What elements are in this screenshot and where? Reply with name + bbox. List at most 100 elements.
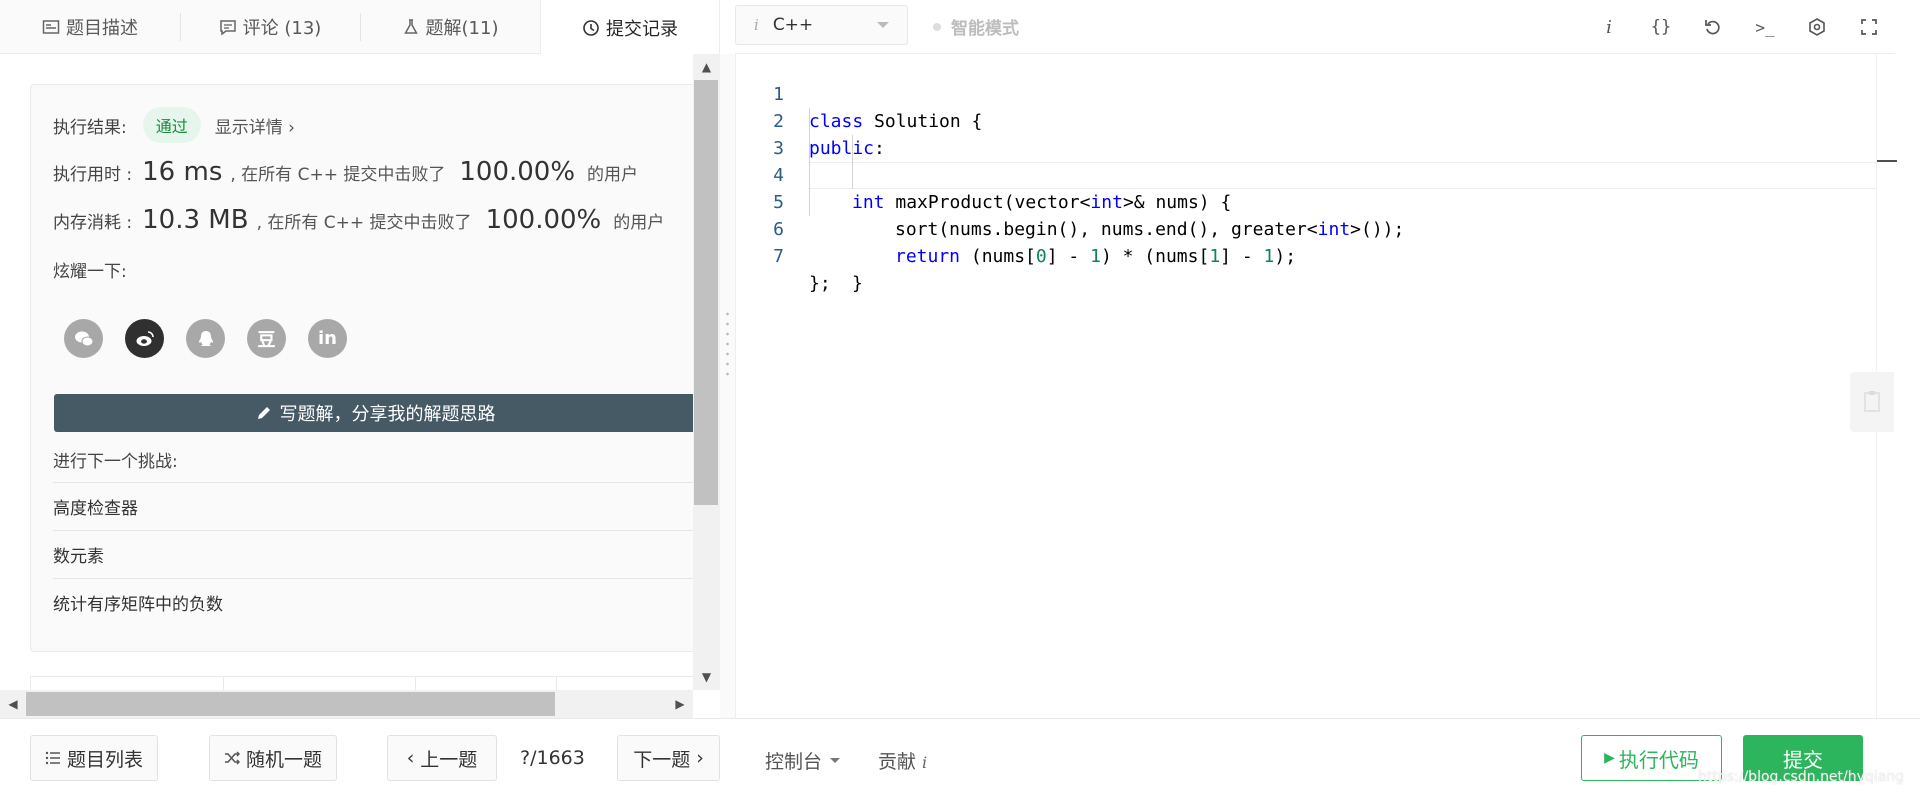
side-clipboard-widget[interactable]	[1850, 372, 1894, 432]
wechat-icon[interactable]	[64, 319, 103, 358]
memory-percent: 100.00%	[485, 205, 602, 235]
qq-icon[interactable]	[186, 319, 225, 358]
bottom-bar: 题目列表 随机一题 ‹ 上一题 ?/1663 下一题 › 控制台 贡献 i ▶ 执…	[0, 718, 1920, 800]
language-select[interactable]: i C++	[735, 5, 908, 45]
memory-label: 内存消耗 :	[53, 212, 133, 233]
linkedin-icon[interactable]: in	[308, 319, 347, 358]
prev-problem-button[interactable]: ‹ 上一题	[387, 735, 497, 781]
console-toggle[interactable]: 控制台	[765, 747, 841, 774]
shuffle-icon	[224, 751, 240, 765]
flask-icon	[403, 19, 418, 34]
share-row: 炫耀一下:	[53, 257, 127, 282]
smart-mode-label: 智能模式	[951, 19, 1019, 39]
tab-description[interactable]: 题目描述	[0, 0, 180, 54]
tab-solutions[interactable]: 题解(11)	[360, 0, 540, 54]
challenge-item[interactable]: 统计有序矩阵中的负数	[53, 578, 697, 626]
code-line: 4 sort(nums.begin(), nums.end(), greater…	[736, 135, 1404, 240]
challenge-item[interactable]: 高度检查器	[53, 482, 697, 530]
left-vertical-scrollbar[interactable]: ▲ ▼	[693, 54, 720, 690]
left-horizontal-scrollbar[interactable]: ◀ ▶	[0, 690, 693, 718]
lang-info-icon: i	[754, 16, 759, 34]
scroll-down-arrow[interactable]: ▼	[693, 664, 720, 690]
tab-bar: 题目描述 评论 (13) 题解(11) 提交记录	[0, 0, 720, 55]
leetcode-app: 题目描述 评论 (13) 题解(11) 提交记录 执行结果: 通过 显示详情 ›	[0, 0, 1920, 800]
runtime-desc: , 在所有 C++ 提交中击败了	[230, 164, 446, 185]
status-label: 执行结果:	[53, 117, 127, 138]
share-icons: 豆 in	[64, 319, 347, 358]
language-value: C++	[772, 15, 814, 35]
challenge-item[interactable]: 数元素	[53, 530, 697, 578]
status-row: 执行结果: 通过 显示详情 ›	[53, 107, 295, 143]
scroll-right-arrow[interactable]: ▶	[667, 690, 693, 718]
code-editor[interactable]: 1 class Solution { 2 public: 3 int maxPr…	[735, 54, 1897, 718]
memory-value: 10.3 MB	[142, 205, 249, 235]
editor-tools: i {} >_	[1583, 10, 1895, 44]
runtime-percent: 100.00%	[459, 157, 576, 187]
code-line: 3 int maxProduct(vector<int>& nums) {	[736, 108, 1231, 213]
clock-icon	[583, 19, 599, 36]
fullscreen-icon[interactable]	[1843, 10, 1895, 44]
comment-icon	[219, 20, 236, 36]
list-icon	[45, 751, 60, 765]
panel-splitter[interactable]	[720, 54, 735, 718]
scroll-up-arrow[interactable]: ▲	[693, 54, 720, 80]
runtime-value: 16 ms	[142, 157, 223, 187]
memory-row: 内存消耗 : 10.3 MB , 在所有 C++ 提交中击败了 100.00% …	[53, 205, 664, 235]
status-badge: 通过	[142, 107, 201, 143]
write-solution-label: 写题解，分享我的解题思路	[279, 404, 496, 425]
scroll-thumb[interactable]	[694, 80, 718, 505]
info-icon[interactable]: i	[1583, 10, 1635, 44]
code-line: 2 public:	[736, 81, 885, 159]
next-problem-button[interactable]: 下一题 ›	[617, 735, 720, 781]
weibo-icon[interactable]	[125, 319, 164, 358]
pencil-icon	[257, 407, 270, 419]
code-line: 6 }	[736, 189, 863, 294]
tab-submissions-label: 提交记录	[606, 18, 678, 40]
info-icon: i	[922, 753, 928, 772]
submission-content: 执行结果: 通过 显示详情 › 执行用时 : 16 ms , 在所有 C++ 提…	[0, 54, 720, 718]
problem-counter: ?/1663	[520, 747, 585, 769]
runtime-label: 执行用时 :	[53, 164, 133, 185]
smart-mode-toggle[interactable]: 智能模式	[933, 14, 1019, 39]
editor-toolbar: i C++ 智能模式 i {} >_	[735, 0, 1895, 54]
left-panel: 题目描述 评论 (13) 题解(11) 提交记录 执行结果: 通过 显示详情 ›	[0, 0, 720, 718]
tab-solutions-label: 题解(11)	[425, 18, 499, 39]
settings-icon[interactable]	[1791, 10, 1843, 44]
terminal-icon[interactable]: >_	[1739, 10, 1791, 44]
runtime-row: 执行用时 : 16 ms , 在所有 C++ 提交中击败了 100.00% 的用…	[53, 157, 638, 187]
tab-comments[interactable]: 评论 (13)	[180, 0, 360, 54]
braces-icon[interactable]: {}	[1635, 10, 1687, 44]
write-solution-button[interactable]: 写题解，分享我的解题思路	[54, 394, 697, 432]
current-line-highlight	[808, 162, 1876, 189]
chevron-right-icon: ›	[696, 747, 704, 769]
random-problem-button[interactable]: 随机一题	[209, 735, 337, 781]
scroll-left-arrow[interactable]: ◀	[0, 690, 26, 718]
status-dot	[933, 22, 941, 31]
memory-suffix: 的用户	[613, 212, 665, 233]
watermark: https://blog.csdn.net/hyqiang	[1698, 769, 1905, 785]
code-area[interactable]: 1 class Solution { 2 public: 3 int maxPr…	[736, 54, 1404, 294]
scroll-thumb[interactable]	[26, 692, 555, 716]
play-icon: ▶	[1604, 750, 1615, 766]
runtime-suffix: 的用户	[587, 164, 639, 185]
drag-handle-icon	[726, 309, 729, 379]
chevron-left-icon: ‹	[406, 747, 415, 769]
douban-icon[interactable]: 豆	[247, 319, 286, 358]
code-line: 5 return (nums[0] - 1) * (nums[1] - 1);	[736, 162, 1296, 267]
result-card: 执行结果: 通过 显示详情 › 执行用时 : 16 ms , 在所有 C++ 提…	[30, 84, 697, 652]
reset-icon[interactable]	[1687, 10, 1739, 44]
description-icon	[42, 20, 60, 34]
tab-submissions[interactable]: 提交记录	[540, 0, 720, 55]
share-label: 炫耀一下:	[53, 262, 127, 282]
code-line: 7 };	[736, 216, 831, 294]
line-number: 7	[773, 246, 784, 267]
tab-comments-label: 评论 (13)	[242, 18, 322, 39]
code-line: 1 class Solution {	[736, 54, 982, 132]
cursor-position-marker	[1877, 160, 1897, 162]
memory-desc: , 在所有 C++ 提交中击败了	[256, 212, 472, 233]
contribute-link[interactable]: 贡献 i	[878, 747, 927, 774]
next-challenge-title: 进行下一个挑战:	[53, 452, 178, 472]
tab-description-label: 题目描述	[66, 18, 138, 39]
show-details-link[interactable]: 显示详情 ›	[215, 113, 295, 138]
problem-list-button[interactable]: 题目列表	[30, 735, 158, 781]
